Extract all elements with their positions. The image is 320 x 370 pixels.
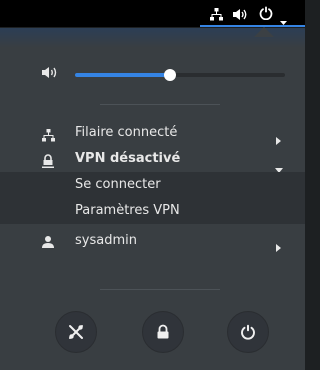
submenu-item-label: Se connecter — [75, 177, 161, 192]
volume-row — [0, 62, 305, 86]
menu-item-label: sysadmin — [75, 233, 137, 248]
separator — [100, 104, 220, 105]
volume-slider-handle[interactable] — [163, 69, 176, 81]
system-status-area[interactable] — [200, 0, 305, 27]
menu-item-vpn[interactable]: VPN désactivé — [0, 146, 305, 173]
volume-slider[interactable] — [75, 69, 285, 81]
separator — [100, 289, 220, 290]
menu-item-label: Filaire connecté — [75, 125, 178, 140]
menu-pointer — [254, 27, 274, 37]
network-wired-icon — [210, 6, 223, 25]
lock-button[interactable] — [142, 311, 184, 353]
chevron-right-icon — [276, 237, 281, 261]
submenu-item-connect[interactable]: Se connecter — [0, 172, 305, 198]
active-indicator — [200, 25, 305, 27]
volume-icon — [42, 65, 59, 84]
submenu-item-label: Paramètres VPN — [75, 203, 180, 218]
menu-item-user[interactable]: sysadmin — [0, 229, 305, 253]
submenu-item-vpn-settings[interactable]: Paramètres VPN — [0, 198, 305, 224]
settings-button[interactable] — [55, 311, 97, 353]
volume-slider-fill — [75, 73, 170, 77]
top-bar — [0, 0, 305, 27]
power-off-button[interactable] — [227, 311, 269, 353]
power-icon — [259, 5, 273, 24]
menu-item-label: VPN désactivé — [75, 151, 181, 166]
user-icon — [42, 233, 54, 257]
menu-item-wired[interactable]: Filaire connecté — [0, 120, 305, 146]
volume-icon — [233, 6, 249, 25]
